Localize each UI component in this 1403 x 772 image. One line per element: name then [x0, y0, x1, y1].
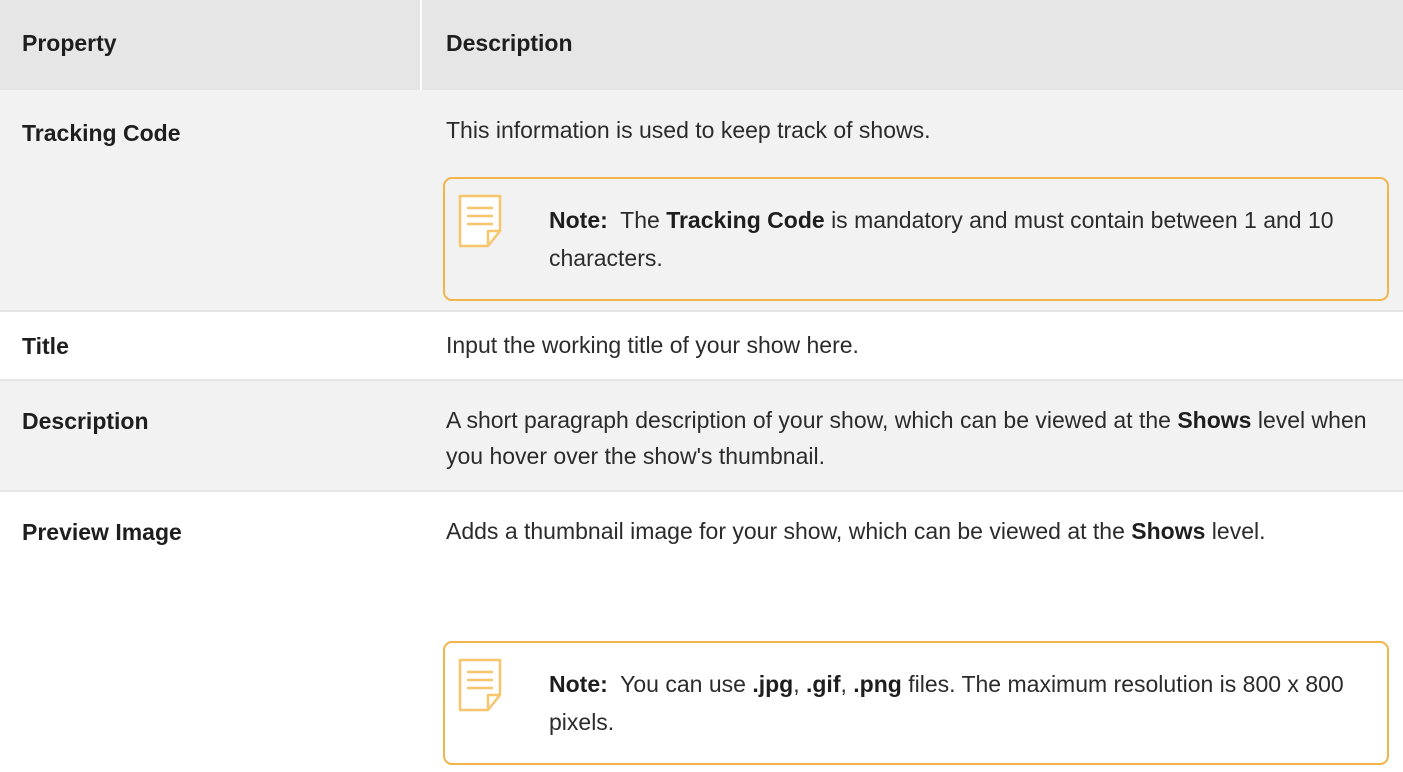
note-text-start: You can use [620, 671, 746, 697]
note-callout: Note: The Tracking Code is mandatory and… [443, 177, 1389, 301]
file-ext-gif: .gif [805, 671, 841, 697]
separator: , [840, 671, 847, 697]
property-cell: Preview Image [0, 492, 422, 772]
note-text-start: The [620, 207, 660, 233]
property-name: Title [22, 333, 69, 359]
separator: , [793, 671, 800, 697]
description-text: Input the working title of your show her… [446, 332, 859, 358]
description-text: This information is used to keep track o… [446, 117, 931, 143]
shows-link-text: Shows [1131, 518, 1206, 544]
file-ext-png: .png [853, 671, 902, 697]
property-cell: Description [0, 381, 422, 490]
description-cell: Input the working title of your show her… [422, 312, 1403, 379]
note-bold-term: Tracking Code [666, 207, 825, 233]
table-row: Title Input the working title of your sh… [0, 312, 1403, 379]
table-header: Property Description [0, 0, 1403, 90]
header-property: Property [0, 0, 422, 90]
description-text-start: A short paragraph description of your sh… [446, 407, 1171, 433]
property-name: Description [22, 408, 149, 434]
description-text: Adds a thumbnail image for your show, wh… [446, 513, 1389, 549]
description-text: A short paragraph description of your sh… [446, 402, 1389, 474]
file-ext-jpg: .jpg [752, 671, 794, 697]
note-page-icon [458, 194, 502, 248]
table-row: Description A short paragraph descriptio… [0, 381, 1403, 490]
header-description: Description [446, 30, 573, 56]
property-name: Preview Image [22, 519, 182, 545]
note-callout: Note: You can use .jpg, .gif, .png files… [443, 641, 1389, 765]
note-label: Note: [549, 207, 608, 233]
description-text-end: level. [1211, 518, 1266, 544]
note-text: Note: You can use .jpg, .gif, .png files… [549, 665, 1357, 741]
note-page-icon [458, 658, 502, 712]
note-label: Note: [549, 671, 608, 697]
description-text-start: Adds a thumbnail image for your show, wh… [446, 518, 1125, 544]
property-name: Tracking Code [22, 120, 181, 146]
property-cell: Title [0, 312, 422, 379]
note-text: Note: The Tracking Code is mandatory and… [549, 201, 1357, 277]
shows-link-text: Shows [1177, 407, 1252, 433]
description-cell: A short paragraph description of your sh… [422, 381, 1403, 490]
property-cell: Tracking Code [0, 90, 422, 310]
